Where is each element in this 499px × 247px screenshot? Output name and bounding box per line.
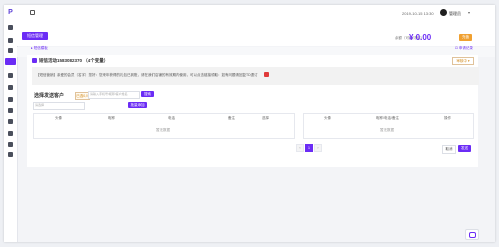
table-header: 头像 — [55, 116, 62, 120]
orders-icon[interactable] — [8, 38, 13, 43]
sidebar-rail: P — [4, 5, 18, 242]
cancel-button[interactable]: 取消 — [442, 145, 456, 154]
sms-manage-button[interactable]: 短信管理 — [22, 32, 48, 40]
chat-button[interactable] — [465, 229, 479, 240]
balance-amount: ¥ 0.00 — [409, 33, 432, 42]
page-number[interactable]: 1 — [305, 144, 313, 152]
table-header: 备注 — [228, 116, 235, 120]
stats-icon[interactable] — [8, 73, 13, 78]
table-header: 电话 — [168, 116, 175, 120]
batch-add-button[interactable]: 批量添加 — [128, 102, 147, 108]
table-header: 选择 — [262, 116, 269, 120]
more-icon[interactable] — [8, 152, 13, 157]
settings-icon[interactable] — [8, 142, 13, 147]
group-select-placeholder: 请选择 — [35, 103, 45, 107]
table-header: 操作 — [444, 116, 451, 120]
menu-grid-icon[interactable] — [30, 10, 35, 15]
finance-icon[interactable] — [8, 119, 13, 124]
users-icon[interactable] — [8, 48, 13, 53]
apply-record-link[interactable]: ⊡ 申请记录 — [455, 46, 473, 51]
shop-icon[interactable] — [8, 108, 13, 113]
goods-icon[interactable] — [8, 97, 13, 102]
recharge-button[interactable]: 充值 — [459, 34, 472, 41]
empty-state: 暂无数据 — [380, 128, 394, 132]
table-header: 昵称/电话/备注 — [376, 116, 399, 120]
edit-icon[interactable] — [264, 72, 269, 77]
marketing-icon[interactable] — [8, 85, 13, 90]
section-title: 选择发送客户 — [34, 93, 65, 99]
table-header: 头像 — [324, 116, 331, 120]
search-input-placeholder: 请输入手机号/昵称/客户姓名 — [90, 92, 128, 96]
sms-preview-text: 【短信营销】亲爱的会员（名字）您好：您来年获得的礼包已到账，请在我们店铺的有效期… — [36, 73, 258, 77]
chevron-down-icon[interactable]: ▾ — [468, 10, 470, 15]
table-header: 昵称 — [108, 116, 115, 120]
app-logo-icon: P — [8, 9, 13, 16]
search-button[interactable]: 搜索 — [141, 91, 154, 97]
template-status-select[interactable]: 审核中 ▾ — [452, 57, 474, 65]
template-checkbox[interactable] — [32, 58, 37, 63]
customer-table — [33, 113, 295, 139]
user-name[interactable]: 管理员 — [449, 11, 461, 17]
prev-page-button[interactable]: ‹ — [296, 144, 304, 152]
home-icon[interactable] — [8, 25, 13, 30]
empty-state: 暂无数据 — [156, 128, 170, 132]
top-bar — [17, 5, 495, 29]
next-page-button[interactable]: › — [314, 144, 322, 152]
message-icon[interactable] — [8, 131, 13, 136]
datetime: 2019-10-15 13:30 — [402, 11, 434, 16]
avatar[interactable] — [440, 9, 447, 16]
breadcrumb[interactable]: ▸ 短信模板 — [31, 46, 48, 51]
chat-icon — [469, 232, 476, 238]
send-button[interactable]: 发送 — [458, 145, 471, 152]
template-title: 短信活动1583082370 （4个变量） — [39, 58, 109, 63]
sms-icon[interactable] — [5, 58, 16, 65]
